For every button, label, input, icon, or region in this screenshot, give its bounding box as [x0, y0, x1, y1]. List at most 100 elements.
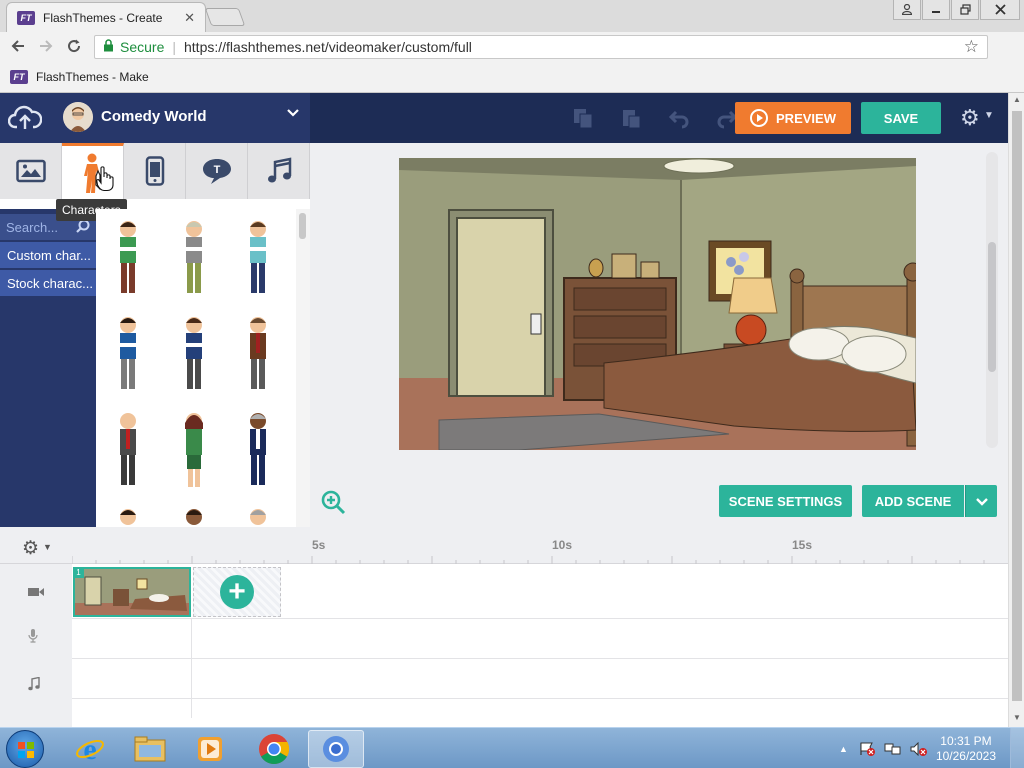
timeline-scene-boundary: [191, 618, 192, 718]
timeline-marker-15s: 15s: [792, 538, 813, 552]
stage-scrollbar-thumb[interactable]: [988, 242, 996, 372]
svg-text:T: T: [213, 164, 220, 176]
browser-tab[interactable]: FT FlashThemes - Create ✕: [6, 2, 206, 32]
scroll-up-icon[interactable]: ▲: [1013, 95, 1021, 104]
music-note-icon: [28, 676, 40, 694]
search-icon[interactable]: [76, 219, 90, 238]
page-scrollbar[interactable]: ▲ ▼: [1008, 93, 1024, 727]
library-scrollbar-thumb[interactable]: [299, 213, 306, 239]
tab-props[interactable]: [124, 143, 186, 199]
category-custom-characters[interactable]: Custom char...: [0, 242, 96, 268]
secure-label: Secure: [120, 39, 165, 55]
windows-taskbar: e ▲ 10:31 PM 10/26/2023: [0, 727, 1024, 768]
show-hidden-icons-icon[interactable]: ▲: [839, 744, 848, 754]
flashthemes-favicon-icon: FT: [17, 10, 35, 25]
start-button[interactable]: [6, 730, 44, 768]
svg-text:e: e: [83, 734, 96, 764]
video-camera-icon: [28, 584, 44, 600]
scene-thumbnail[interactable]: [73, 567, 191, 617]
tab-characters[interactable]: [62, 143, 124, 199]
network-icon: [884, 743, 901, 754]
clock-date: 10/26/2023: [935, 748, 996, 763]
media-player-icon[interactable]: [182, 730, 238, 768]
close-window-icon[interactable]: [980, 0, 1020, 20]
tab-close-icon[interactable]: ✕: [184, 10, 195, 26]
category-stock-characters[interactable]: Stock charac...: [0, 270, 96, 296]
chrome-icon[interactable]: [246, 730, 302, 768]
preview-button[interactable]: PREVIEW: [735, 102, 851, 134]
restore-icon[interactable]: [951, 0, 979, 20]
new-tab-button[interactable]: [204, 8, 246, 26]
tab-backgrounds[interactable]: [0, 143, 62, 199]
user-profile-icon[interactable]: [893, 0, 921, 20]
tab-music[interactable]: [248, 143, 310, 199]
page-scrollbar-thumb[interactable]: [1012, 111, 1022, 701]
volume-muted-icon: [910, 741, 927, 756]
save-button[interactable]: SAVE: [861, 102, 941, 134]
character-thumbnail: [250, 413, 266, 485]
scroll-down-icon[interactable]: ▼: [1013, 713, 1021, 722]
url-text: https://flashthemes.net/videomaker/custo…: [184, 39, 472, 55]
character-thumbnail: [250, 317, 266, 389]
address-bar-row: Secure | https://flashthemes.net/videoma…: [0, 32, 1024, 62]
phone-icon: [145, 156, 164, 186]
settings-caret-icon[interactable]: ▼: [984, 110, 994, 121]
back-icon[interactable]: [10, 38, 26, 59]
character-thumbnail: [120, 509, 136, 525]
timeline-settings-caret-icon[interactable]: ▼: [43, 542, 52, 552]
url-separator: |: [172, 39, 176, 55]
theme-name[interactable]: Comedy World: [101, 108, 207, 125]
add-icon: +: [220, 575, 254, 609]
minimize-icon[interactable]: [922, 0, 950, 20]
show-desktop-button[interactable]: [1010, 728, 1024, 768]
speech-bubble-icon: T: [202, 159, 231, 184]
system-clock[interactable]: 10:31 PM 10/26/2023: [936, 734, 996, 764]
edit-tools: [572, 107, 738, 129]
track-divider: [72, 658, 1008, 659]
character-thumbnail: [185, 413, 203, 487]
scene-settings-button[interactable]: SCENE SETTINGS: [719, 485, 852, 517]
paste-icon[interactable]: [620, 107, 642, 129]
internet-explorer-icon[interactable]: e: [62, 730, 118, 768]
bookmark-favicon-icon: FT: [10, 70, 28, 84]
character-thumbnail: [186, 221, 202, 293]
window-controls: [892, 0, 1020, 20]
add-scene-dropdown[interactable]: [965, 485, 997, 517]
play-icon: [750, 109, 769, 127]
add-scene-slot[interactable]: +: [193, 567, 281, 617]
timeline-settings-gear-icon[interactable]: ⚙: [22, 537, 39, 560]
forward-icon[interactable]: [38, 38, 54, 59]
library-scrollbar[interactable]: [296, 209, 310, 527]
copy-icon[interactable]: [572, 107, 594, 129]
upload-cloud-icon[interactable]: [7, 103, 43, 133]
character-thumbnail: [250, 509, 266, 525]
microphone-icon: [28, 629, 38, 646]
lock-icon: [103, 39, 114, 55]
library-tabs: T: [0, 143, 310, 199]
character-thumbnail: [120, 221, 136, 293]
chrome-active-window-icon[interactable]: [308, 730, 364, 768]
zoom-in-icon[interactable]: [320, 489, 346, 520]
theme-selector-panel: Comedy World: [0, 93, 310, 143]
library-search-input[interactable]: [6, 219, 76, 235]
add-scene-button[interactable]: ADD SCENE: [862, 485, 964, 517]
character-thumbnail: [120, 317, 136, 389]
tab-text[interactable]: T: [186, 143, 248, 199]
file-explorer-icon[interactable]: [122, 730, 178, 768]
timeline-ticks: [72, 556, 985, 564]
stage-scrollbar[interactable]: [986, 152, 998, 448]
chevron-down-icon[interactable]: [286, 105, 300, 124]
scene-number-badge: 1: [73, 567, 84, 578]
scene-canvas[interactable]: [399, 158, 916, 450]
reload-icon[interactable]: [66, 38, 82, 59]
bookmark-star-icon[interactable]: ☆: [964, 37, 979, 57]
timeline-track-headers: [0, 564, 72, 727]
timeline-marker-5s: 5s: [312, 538, 326, 552]
settings-gear-icon[interactable]: ⚙: [960, 105, 980, 131]
preview-label: PREVIEW: [776, 110, 836, 126]
theme-avatar[interactable]: [63, 102, 93, 132]
url-field[interactable]: Secure | https://flashthemes.net/videoma…: [94, 35, 988, 59]
bookmark-flashthemes[interactable]: FlashThemes - Make: [36, 70, 149, 84]
track-divider: [72, 618, 1008, 619]
undo-icon[interactable]: [668, 107, 690, 129]
